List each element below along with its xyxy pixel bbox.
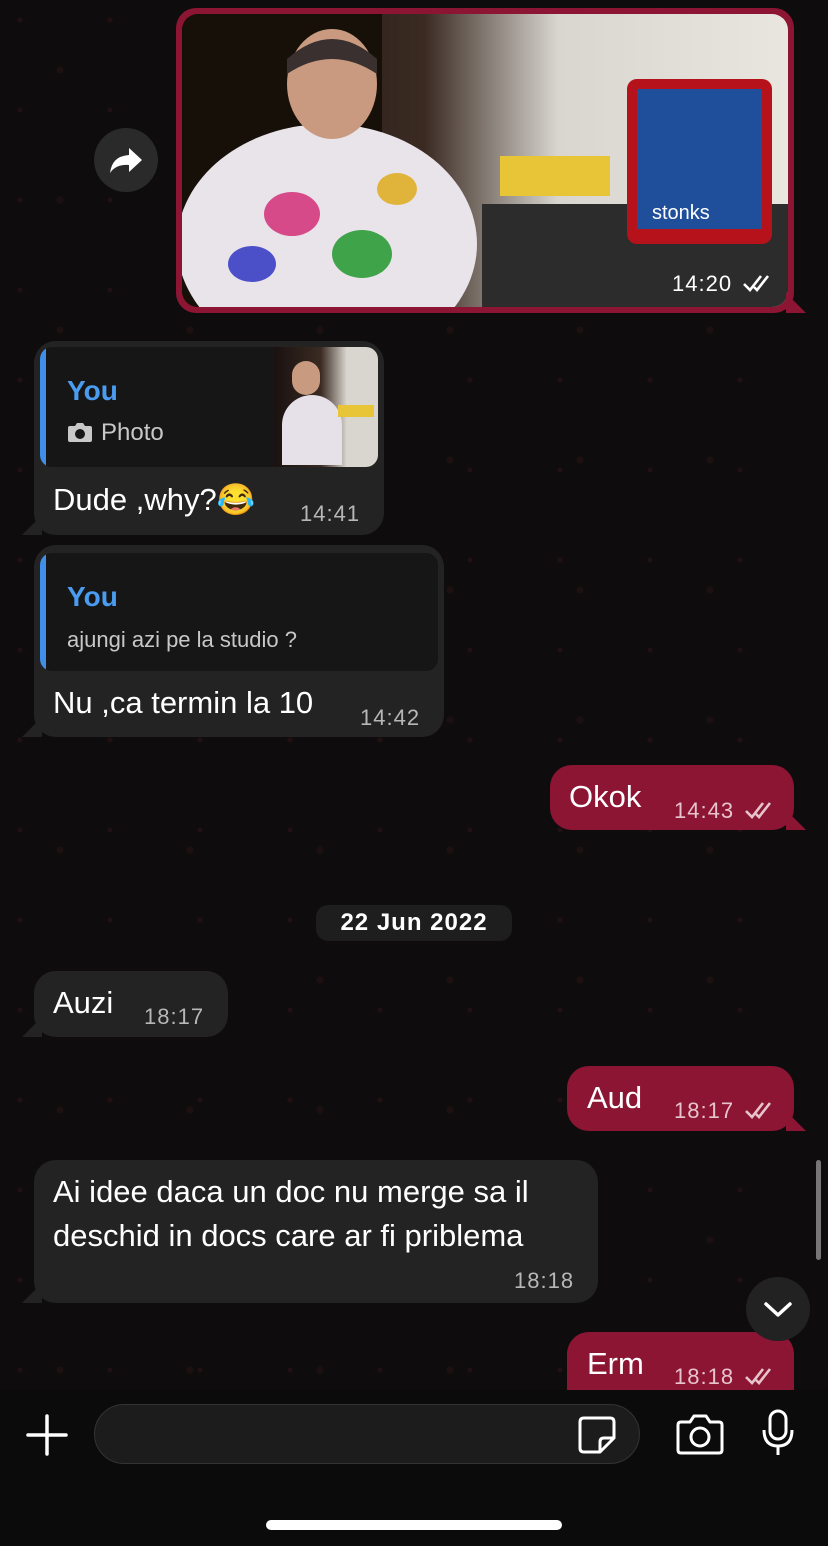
outgoing-message[interactable]: Okok 14:43: [550, 765, 794, 830]
forward-button[interactable]: [94, 128, 158, 192]
camera-button[interactable]: [676, 1412, 724, 1456]
read-receipt-icon: [745, 1368, 772, 1385]
photo-message[interactable]: stonks 14:20: [176, 8, 794, 313]
plus-icon: [26, 1414, 68, 1456]
message-time: 14:41: [300, 501, 361, 526]
reply-author: You: [67, 375, 118, 406]
photo-image[interactable]: stonks: [182, 14, 788, 307]
message-text: Dude ,why?😂: [53, 482, 256, 517]
read-receipt-icon: [745, 802, 772, 819]
sticker-icon: [578, 1416, 616, 1454]
message-text-line: deschid in docs care ar fi priblema: [53, 1218, 524, 1253]
outgoing-message[interactable]: Aud 18:17: [567, 1066, 794, 1131]
reply-subtitle: ajungi azi pe la studio ?: [67, 627, 297, 652]
reply-accent-bar: [40, 553, 46, 671]
reply-thumbnail: [274, 347, 378, 467]
reply-accent-bar: [40, 347, 46, 467]
incoming-message[interactable]: Auzi 18:17: [34, 971, 228, 1037]
read-receipt-icon: [743, 275, 770, 292]
photo-content: stonks: [182, 14, 788, 307]
message-time: 18:18: [514, 1268, 575, 1293]
reply-author: You: [67, 581, 118, 612]
microphone-icon: [762, 1409, 794, 1455]
message-time: 18:17: [144, 1004, 205, 1029]
quoted-reply[interactable]: You ajungi azi pe la studio ?: [40, 553, 438, 671]
message-text: Erm: [587, 1346, 644, 1381]
reply-message[interactable]: You ajungi azi pe la studio ? Nu ,ca ter…: [34, 545, 444, 737]
photo-caption-text: stonks: [652, 202, 710, 224]
voice-message-button[interactable]: [760, 1408, 796, 1458]
read-receipt-icon: [745, 1102, 772, 1119]
message-text-line: Ai idee daca un doc nu merge sa il: [53, 1174, 529, 1209]
forward-icon: [110, 148, 142, 173]
message-input[interactable]: [94, 1404, 640, 1464]
message-text: Nu ,ca termin la 10: [53, 685, 314, 720]
message-time: 14:42: [360, 705, 421, 730]
scroll-indicator[interactable]: [816, 1160, 821, 1260]
reply-message[interactable]: You Photo Dude ,why?😂 14:41: [34, 341, 384, 535]
sticker-button[interactable]: [576, 1414, 618, 1456]
incoming-message[interactable]: Ai idee daca un doc nu merge sa il desch…: [34, 1160, 598, 1303]
quoted-reply[interactable]: You Photo: [40, 347, 378, 467]
message-text: Aud: [587, 1080, 643, 1115]
message-time: 18:18: [674, 1364, 735, 1389]
camera-icon: [676, 1414, 724, 1455]
message-time: 14:20: [672, 271, 733, 296]
message-time: 18:17: [674, 1098, 735, 1123]
scroll-to-bottom-button[interactable]: [746, 1277, 810, 1341]
home-indicator[interactable]: [266, 1520, 562, 1530]
message-text: Auzi: [53, 985, 114, 1020]
chevron-down-icon: [764, 1302, 792, 1317]
message-time: 14:43: [674, 798, 735, 823]
reply-subtitle: Photo: [101, 419, 164, 446]
camera-icon: [68, 423, 92, 442]
date-separator: 22 Jun 2022: [316, 905, 512, 941]
attach-button[interactable]: [22, 1410, 72, 1460]
message-text: Okok: [569, 779, 642, 814]
